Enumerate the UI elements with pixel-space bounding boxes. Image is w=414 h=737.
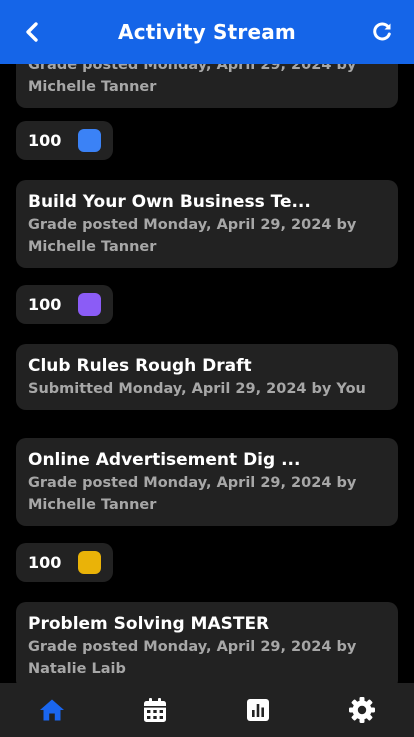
activity-subtitle: Grade posted Monday, April 29, 2024 by M…	[28, 217, 357, 255]
activity-title: Problem Solving MASTER	[28, 614, 270, 634]
grade-score-value: 100	[28, 295, 62, 314]
activity-card[interactable]: Online Advertisement Dig ... Grade poste…	[16, 438, 398, 526]
tab-reports[interactable]	[228, 683, 288, 737]
activity-title: Build Your Own Business Te...	[28, 192, 311, 212]
activity-subtitle: Grade posted Monday, April 29, 2024 by N…	[28, 639, 357, 677]
grade-color-swatch	[78, 129, 101, 152]
grade-score-chip: 100	[16, 285, 113, 324]
activity-card[interactable]: Build Your Own Business Te... Grade post…	[16, 180, 398, 268]
gear-icon	[349, 697, 375, 723]
refresh-icon	[373, 22, 391, 41]
grade-score-chip: 100	[16, 121, 113, 160]
bar-chart-icon	[247, 699, 269, 721]
activity-feed[interactable]: Grade posted Monday, April 29, 2024 by M…	[0, 0, 414, 683]
page-title: Activity Stream	[118, 20, 296, 44]
activity-title: Club Rules Rough Draft	[28, 356, 252, 376]
home-icon	[40, 699, 64, 721]
grade-color-swatch	[78, 293, 101, 316]
grade-color-swatch	[78, 551, 101, 574]
tab-settings[interactable]	[332, 683, 392, 737]
activity-subtitle: Grade posted Monday, April 29, 2024 by M…	[28, 475, 357, 513]
grade-score-value: 100	[28, 131, 62, 150]
activity-card[interactable]: Club Rules Rough Draft Submitted Monday,…	[16, 344, 398, 410]
back-button[interactable]	[18, 18, 46, 46]
activity-title: Online Advertisement Dig ...	[28, 450, 301, 470]
activity-subtitle: Submitted Monday, April 29, 2024 by You	[28, 381, 366, 397]
grade-score-value: 100	[28, 553, 62, 572]
refresh-button[interactable]	[368, 18, 396, 46]
app-header: Activity Stream	[0, 0, 414, 64]
tab-calendar[interactable]	[125, 683, 185, 737]
back-chevron-icon	[26, 22, 38, 42]
grade-score-chip: 100	[16, 543, 113, 582]
activity-card[interactable]: Problem Solving MASTER Grade posted Mond…	[16, 602, 398, 683]
tab-home[interactable]	[22, 683, 82, 737]
calendar-icon	[144, 698, 166, 722]
bottom-tab-bar	[0, 683, 414, 737]
